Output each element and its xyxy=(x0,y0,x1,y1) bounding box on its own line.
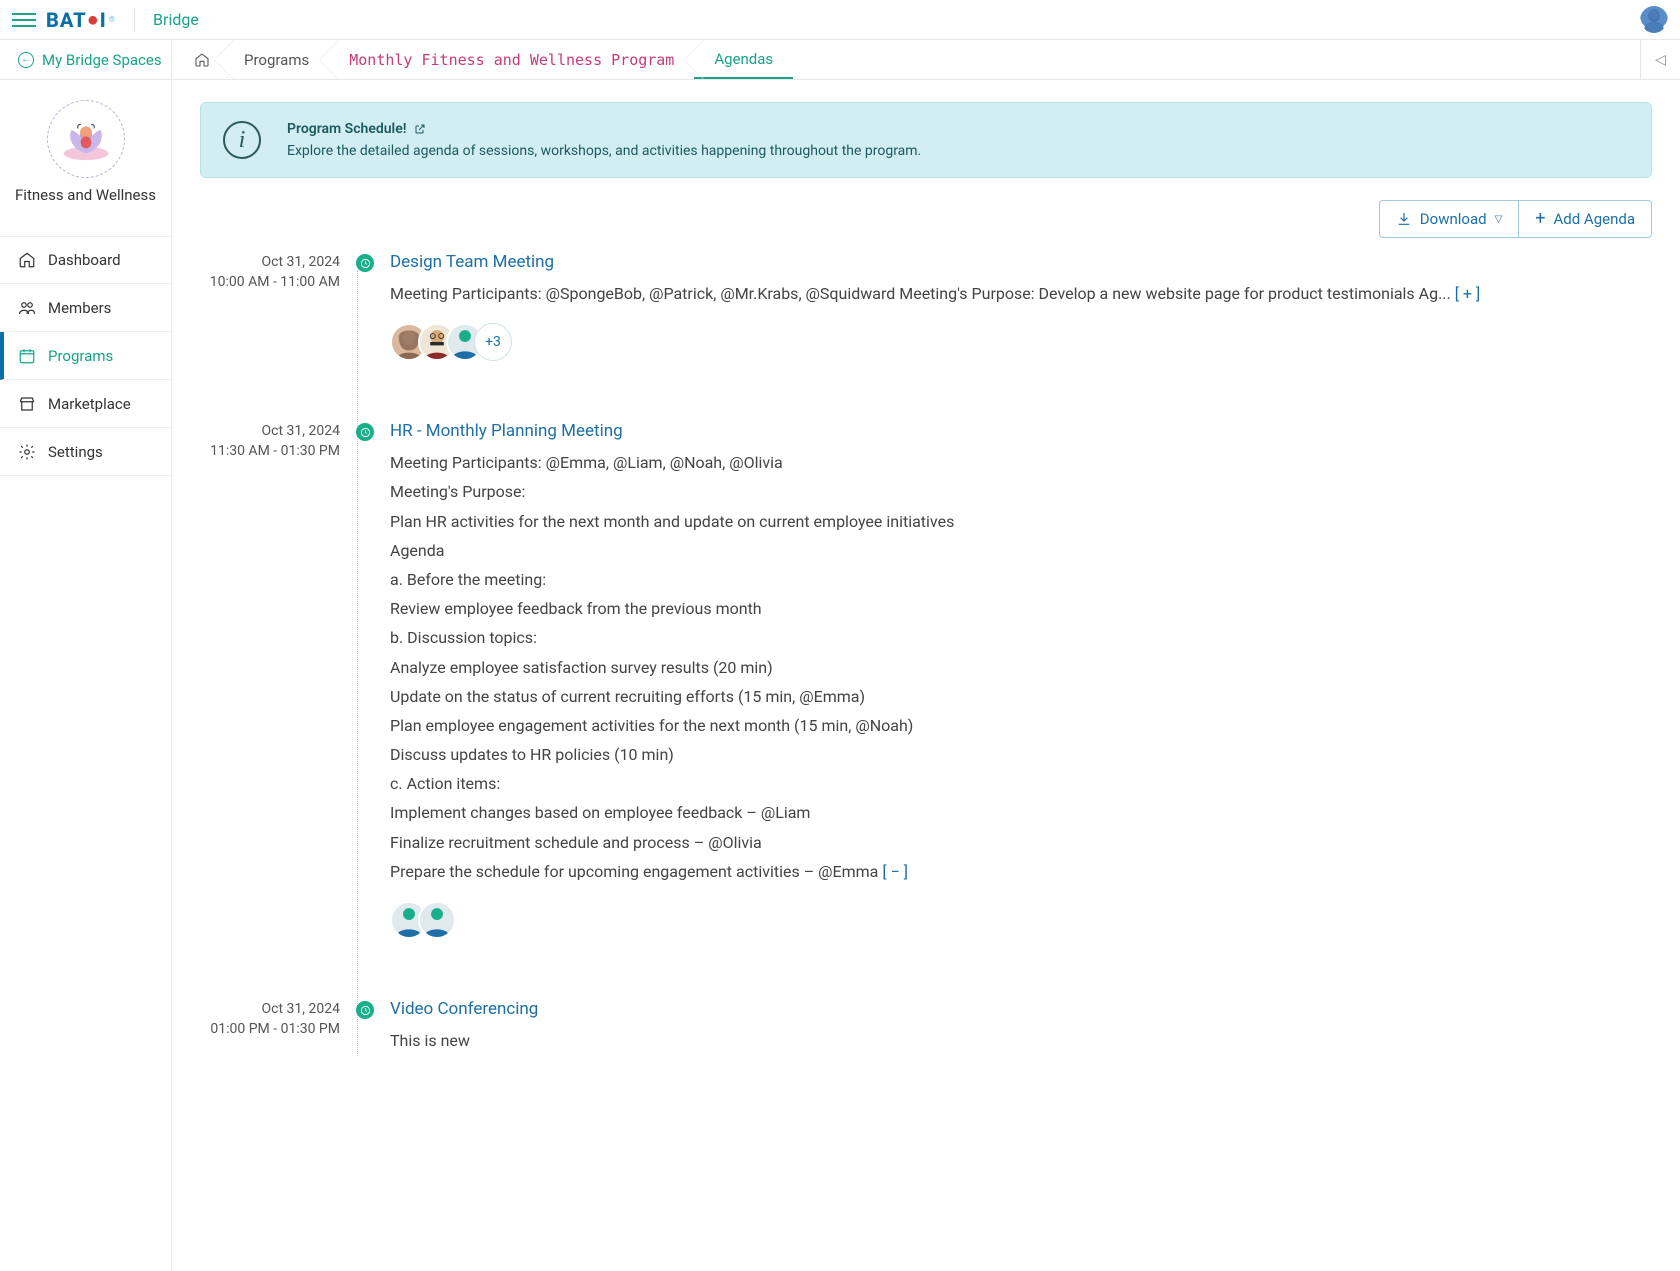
back-arrow-icon: ← xyxy=(18,52,34,68)
marketplace-icon xyxy=(18,395,36,413)
agenda-title[interactable]: Design Team Meeting xyxy=(390,252,1612,272)
agenda-datetime: Oct 31, 2024 10:00 AM - 11:00 AM xyxy=(200,252,340,361)
secondary-bar: ← My Bridge Spaces Programs Monthly Fitn… xyxy=(0,40,1680,80)
agenda-item: Oct 31, 2024 10:00 AM - 11:00 AM Design … xyxy=(200,252,1652,361)
clock-icon xyxy=(360,1005,371,1016)
user-menu-button[interactable] xyxy=(1640,6,1668,34)
sidebar-item-label: Marketplace xyxy=(48,395,131,413)
agenda-line: Review employee feedback from the previo… xyxy=(390,595,1612,622)
home-icon xyxy=(194,52,210,68)
breadcrumb-program-name[interactable]: Monthly Fitness and Wellness Program xyxy=(329,40,694,79)
agenda-line: Plan HR activities for the next month an… xyxy=(390,508,1612,535)
add-agenda-button[interactable]: + Add Agenda xyxy=(1519,200,1652,238)
agenda-time: 11:30 AM - 01:30 PM xyxy=(200,443,340,459)
sidebar: Fitness and Wellness Dashboard Members P… xyxy=(0,80,172,1271)
agenda-line: Plan employee engagement activities for … xyxy=(390,712,1612,739)
sidebar-item-members[interactable]: Members xyxy=(0,284,171,332)
agenda-line: b. Discussion topics: xyxy=(390,624,1612,651)
menu-toggle-button[interactable] xyxy=(12,8,36,32)
participant-avatars: +3 xyxy=(390,323,1612,361)
banner-desc: Explore the detailed agenda of sessions,… xyxy=(287,143,921,159)
download-icon xyxy=(1396,211,1412,227)
home-icon xyxy=(18,251,36,269)
sidebar-item-marketplace[interactable]: Marketplace xyxy=(0,380,171,428)
collapse-breadcrumb-button[interactable]: ◁ xyxy=(1640,40,1680,79)
agenda-datetime: Oct 31, 2024 01:00 PM - 01:30 PM xyxy=(200,999,340,1056)
agenda-line: Meeting Participants: @Emma, @Liam, @Noa… xyxy=(390,449,1612,476)
space-logo: Fitness and Wellness xyxy=(0,80,171,214)
breadcrumb-home[interactable] xyxy=(172,40,224,79)
agenda-time: 10:00 AM - 11:00 AM xyxy=(200,274,340,290)
members-icon xyxy=(18,299,36,317)
sidebar-item-programs[interactable]: Programs xyxy=(0,332,171,380)
logo-part2: I xyxy=(100,8,107,32)
agenda-line: Analyze employee satisfaction survey res… xyxy=(390,654,1612,681)
timeline-dot xyxy=(356,1001,374,1019)
timeline-dot xyxy=(356,423,374,441)
logo-part1: BAT xyxy=(46,8,87,32)
agenda-summary: This is new xyxy=(390,1027,1612,1054)
agenda-line: Finalize recruitment schedule and proces… xyxy=(390,829,1612,856)
breadcrumb-agendas[interactable]: Agendas xyxy=(694,40,793,79)
agenda-summary: Meeting Participants: @SpongeBob, @Patri… xyxy=(390,284,1451,303)
download-button[interactable]: Download ▽ xyxy=(1379,200,1519,238)
clock-icon xyxy=(360,258,371,269)
agenda-line: Agenda xyxy=(390,537,1612,564)
space-name: Fitness and Wellness xyxy=(0,186,171,204)
clock-icon xyxy=(360,427,371,438)
my-spaces-link[interactable]: ← My Bridge Spaces xyxy=(0,40,172,79)
sidebar-item-label: Dashboard xyxy=(48,251,121,269)
agenda-item: Oct 31, 2024 11:30 AM - 01:30 PM HR - Mo… xyxy=(200,421,1652,939)
agenda-line: c. Action items: xyxy=(390,770,1612,797)
add-agenda-label: Add Agenda xyxy=(1554,210,1636,228)
agenda-date: Oct 31, 2024 xyxy=(200,423,340,439)
actions-row: Download ▽ + Add Agenda xyxy=(200,200,1652,238)
gear-icon xyxy=(18,443,36,461)
download-label: Download xyxy=(1420,210,1487,228)
lotus-icon xyxy=(53,106,119,172)
logo[interactable]: BAT●I® xyxy=(46,7,116,32)
timeline: Oct 31, 2024 10:00 AM - 11:00 AM Design … xyxy=(200,252,1652,1056)
participant-avatars xyxy=(390,901,1612,939)
agenda-item: Oct 31, 2024 01:00 PM - 01:30 PM Video C… xyxy=(200,999,1652,1056)
external-link-icon[interactable] xyxy=(414,123,426,135)
app-name[interactable]: Bridge xyxy=(134,8,199,32)
agenda-title[interactable]: Video Conferencing xyxy=(390,999,1612,1019)
sidebar-item-dashboard[interactable]: Dashboard xyxy=(0,236,171,284)
sidebar-item-settings[interactable]: Settings xyxy=(0,428,171,476)
topbar: BAT●I® Bridge xyxy=(0,0,1680,40)
agenda-line: Discuss updates to HR policies (10 min) xyxy=(390,741,1612,768)
sidebar-item-label: Programs xyxy=(48,347,113,365)
collapse-button[interactable]: [ − ] xyxy=(882,862,908,881)
expand-button[interactable]: [ + ] xyxy=(1455,284,1481,303)
breadcrumb-programs[interactable]: Programs xyxy=(224,40,329,79)
info-icon: i xyxy=(223,121,261,159)
plus-icon: + xyxy=(1535,210,1545,228)
agenda-line: a. Before the meeting: xyxy=(390,566,1612,593)
agenda-date: Oct 31, 2024 xyxy=(200,1001,340,1017)
sidebar-item-label: Members xyxy=(48,299,111,317)
agenda-title[interactable]: HR - Monthly Planning Meeting xyxy=(390,421,1612,441)
chevron-down-icon: ▽ xyxy=(1495,214,1503,225)
agenda-datetime: Oct 31, 2024 11:30 AM - 01:30 PM xyxy=(200,421,340,939)
agenda-line: Implement changes based on employee feed… xyxy=(390,799,1612,826)
agenda-line: Update on the status of current recruiti… xyxy=(390,683,1612,710)
avatar[interactable] xyxy=(418,901,456,939)
calendar-icon xyxy=(18,347,36,365)
sidebar-nav: Dashboard Members Programs Marketplace S… xyxy=(0,236,171,476)
sidebar-item-label: Settings xyxy=(48,443,103,461)
info-banner: i Program Schedule! Explore the detailed… xyxy=(200,102,1652,178)
main-content: i Program Schedule! Explore the detailed… xyxy=(172,80,1680,1271)
agenda-time: 01:00 PM - 01:30 PM xyxy=(200,1021,340,1037)
agenda-line: Prepare the schedule for upcoming engage… xyxy=(390,862,878,881)
my-spaces-label: My Bridge Spaces xyxy=(42,51,162,69)
avatar-more[interactable]: +3 xyxy=(474,323,512,361)
timeline-dot xyxy=(356,254,374,272)
banner-title: Program Schedule! xyxy=(287,121,406,137)
agenda-line: Meeting's Purpose: xyxy=(390,478,1612,505)
agenda-date: Oct 31, 2024 xyxy=(200,254,340,270)
breadcrumb: Programs Monthly Fitness and Wellness Pr… xyxy=(172,40,1640,79)
